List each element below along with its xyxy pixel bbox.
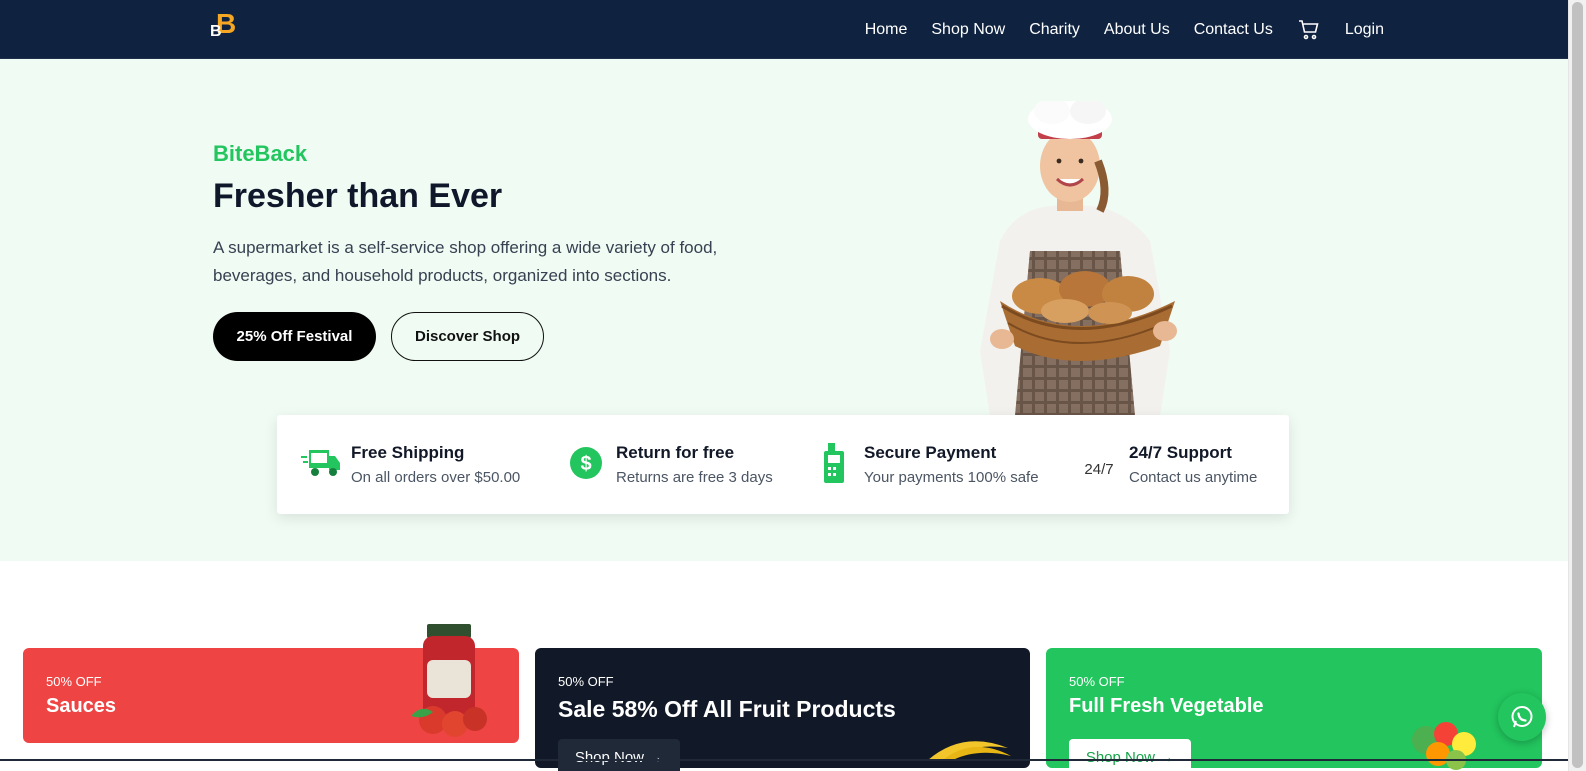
- feature-title: Secure Payment: [864, 443, 997, 462]
- feature-subtitle: On all orders over $50.00: [351, 469, 521, 486]
- ketchup-jar-image: [411, 624, 487, 737]
- feature-support: 24/7 24/7 Support Contact us anytime: [1079, 443, 1257, 486]
- payment-terminal-icon: [814, 443, 854, 483]
- nav-about-us[interactable]: About Us: [1104, 21, 1170, 39]
- nav-contact-us[interactable]: Contact Us: [1194, 21, 1273, 39]
- feature-subtitle: Your payments 100% safe: [864, 469, 1039, 486]
- main-nav: Home Shop Now Charity About Us Contact U…: [865, 0, 1384, 59]
- feature-title: Free Shipping: [351, 443, 465, 462]
- nav-shop-now[interactable]: Shop Now: [931, 21, 1005, 39]
- promo-tag: 50% OFF: [46, 674, 102, 689]
- support-24-7-icon: 24/7: [1084, 461, 1114, 478]
- scrollbar-thumb[interactable]: [1572, 2, 1583, 768]
- hero-section: BiteBack Fresher than Ever A supermarket…: [0, 59, 1568, 561]
- page: B B Home Shop Now Charity About Us Conta…: [0, 0, 1586, 771]
- hero-brand: BiteBack: [213, 141, 308, 166]
- bottom-divider: [0, 759, 1568, 761]
- top-navbar: B B Home Shop Now Charity About Us Conta…: [0, 0, 1568, 59]
- biteback-logo[interactable]: B B: [210, 10, 238, 42]
- feature-subtitle: Contact us anytime: [1129, 469, 1258, 486]
- feature-return-free: $ Return for free Returns are free 3 day…: [566, 443, 773, 486]
- hero-headline: Fresher than Ever: [213, 177, 503, 215]
- chef-with-bread-image: [980, 101, 1177, 416]
- features-strip: Free Shipping On all orders over $50.00 …: [277, 415, 1289, 514]
- promo-title: Sauces: [46, 695, 117, 717]
- whatsapp-icon: [1511, 706, 1533, 728]
- vegetables-image: [1412, 722, 1476, 770]
- discover-shop-button[interactable]: Discover Shop: [391, 312, 544, 361]
- festival-offer-button[interactable]: 25% Off Festival: [213, 312, 376, 361]
- promo-title: Full Fresh Vegetable: [1069, 695, 1264, 717]
- feature-title: Return for free: [616, 443, 735, 462]
- feature-secure-payment: Secure Payment Your payments 100% safe: [814, 443, 1039, 486]
- nav-home[interactable]: Home: [865, 21, 908, 39]
- promo-card-fruits[interactable]: 50% OFF Sale 58% Off All Fruit Products …: [535, 648, 1030, 771]
- feature-free-shipping: Free Shipping On all orders over $50.00: [301, 443, 520, 486]
- feature-subtitle: Returns are free 3 days: [616, 469, 773, 486]
- promo-card-vegetables[interactable]: 50% OFF Full Fresh Vegetable Shop Now →: [1046, 648, 1542, 771]
- promo-tag: 50% OFF: [558, 674, 614, 689]
- hero-description: A supermarket is a self-service shop off…: [213, 238, 718, 285]
- nav-charity[interactable]: Charity: [1029, 21, 1080, 39]
- svg-text:$: $: [580, 453, 591, 475]
- feature-title: 24/7 Support: [1129, 443, 1232, 462]
- promo-card-sauces[interactable]: 50% OFF Sauces: [23, 624, 519, 743]
- nav-login[interactable]: Login: [1345, 21, 1384, 39]
- banana-image: [928, 741, 1011, 760]
- shop-now-button[interactable]: Shop Now →: [558, 739, 680, 771]
- vertical-scrollbar[interactable]: [1568, 0, 1586, 771]
- dollar-icon: $: [566, 443, 606, 483]
- cart-icon[interactable]: [1297, 18, 1321, 42]
- delivery-truck-icon: [301, 443, 341, 483]
- promo-tag: 50% OFF: [1069, 674, 1125, 689]
- whatsapp-chat-button[interactable]: [1498, 693, 1546, 741]
- promo-title: Sale 58% Off All Fruit Products: [558, 696, 896, 722]
- shop-now-button[interactable]: Shop Now →: [1069, 739, 1191, 771]
- logo-b-small: B: [210, 23, 222, 40]
